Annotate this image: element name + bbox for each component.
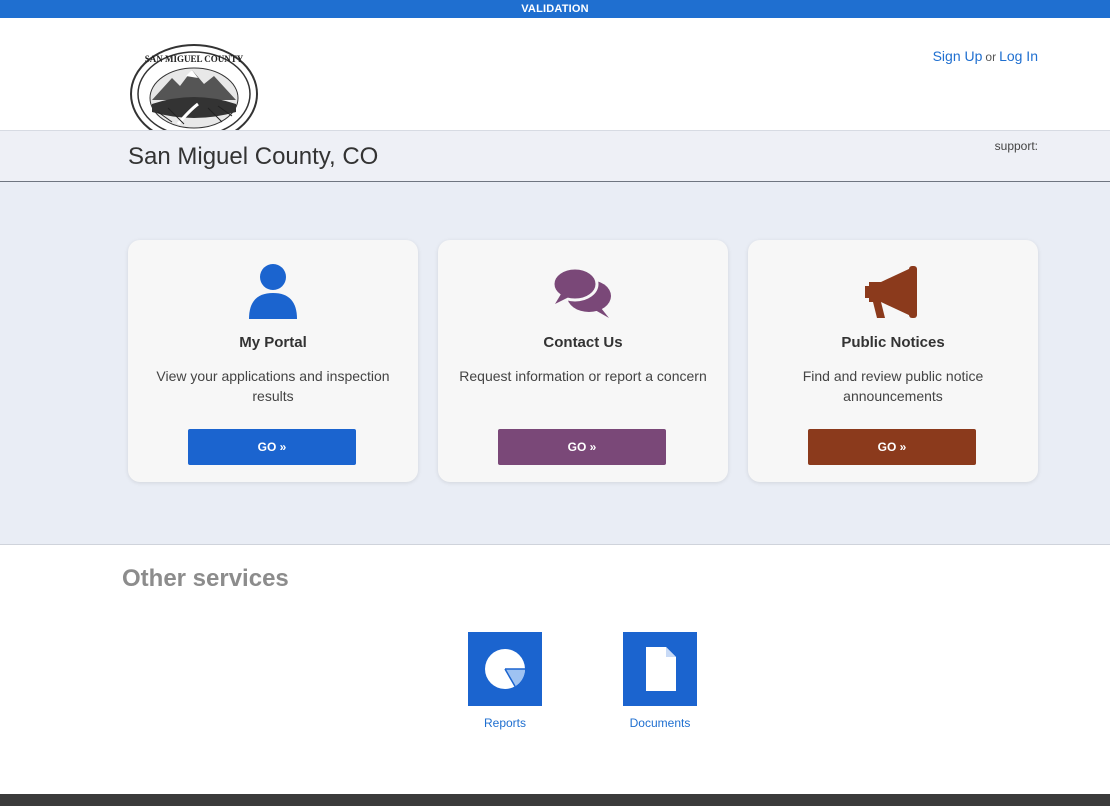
top-header: SAN MIGUEL COUNTY COLORADO Sign UporLog … (0, 18, 1110, 144)
card-description: Find and review public notice announceme… (802, 368, 984, 404)
card-title: Public Notices (841, 334, 945, 351)
log-in-link[interactable]: Log In (999, 48, 1038, 64)
site-title-bar: San Miguel County, CO support: (0, 130, 1110, 182)
environment-banner: VALIDATION (0, 0, 1110, 18)
document-icon[interactable] (623, 632, 697, 706)
chat-bubbles-icon (438, 260, 728, 324)
other-services-heading: Other services (122, 565, 289, 592)
contact-us-go-button[interactable]: GO » (498, 429, 666, 465)
public-notices-go-button[interactable]: GO » (808, 429, 976, 465)
card-description: View your applications and inspection re… (156, 368, 390, 404)
primary-services: My Portal View your applications and ins… (0, 182, 1110, 545)
card-title: Contact Us (543, 334, 623, 351)
service-documents[interactable]: Documents (620, 632, 700, 730)
megaphone-icon (748, 260, 1038, 324)
page-title: San Miguel County, CO (128, 143, 379, 170)
card-contact-us: Contact Us Request information or report… (438, 240, 728, 482)
svg-text:SAN MIGUEL COUNTY: SAN MIGUEL COUNTY (145, 54, 244, 64)
service-reports[interactable]: Reports (465, 632, 545, 730)
card-description: Request information or report a concern (459, 368, 707, 384)
footer-bar (0, 794, 1110, 806)
sign-up-link[interactable]: Sign Up (933, 48, 983, 64)
auth-or-text: or (985, 50, 997, 64)
documents-link[interactable]: Documents (620, 716, 700, 730)
support-label: support: (994, 139, 1038, 153)
user-icon (128, 260, 418, 324)
reports-link[interactable]: Reports (465, 716, 545, 730)
card-public-notices: Public Notices Find and review public no… (748, 240, 1038, 482)
my-portal-go-button[interactable]: GO » (188, 429, 356, 465)
pie-chart-icon[interactable] (468, 632, 542, 706)
auth-links: Sign Up or Log In (933, 48, 1038, 64)
card-title: My Portal (239, 334, 307, 351)
card-my-portal: My Portal View your applications and ins… (128, 240, 418, 482)
